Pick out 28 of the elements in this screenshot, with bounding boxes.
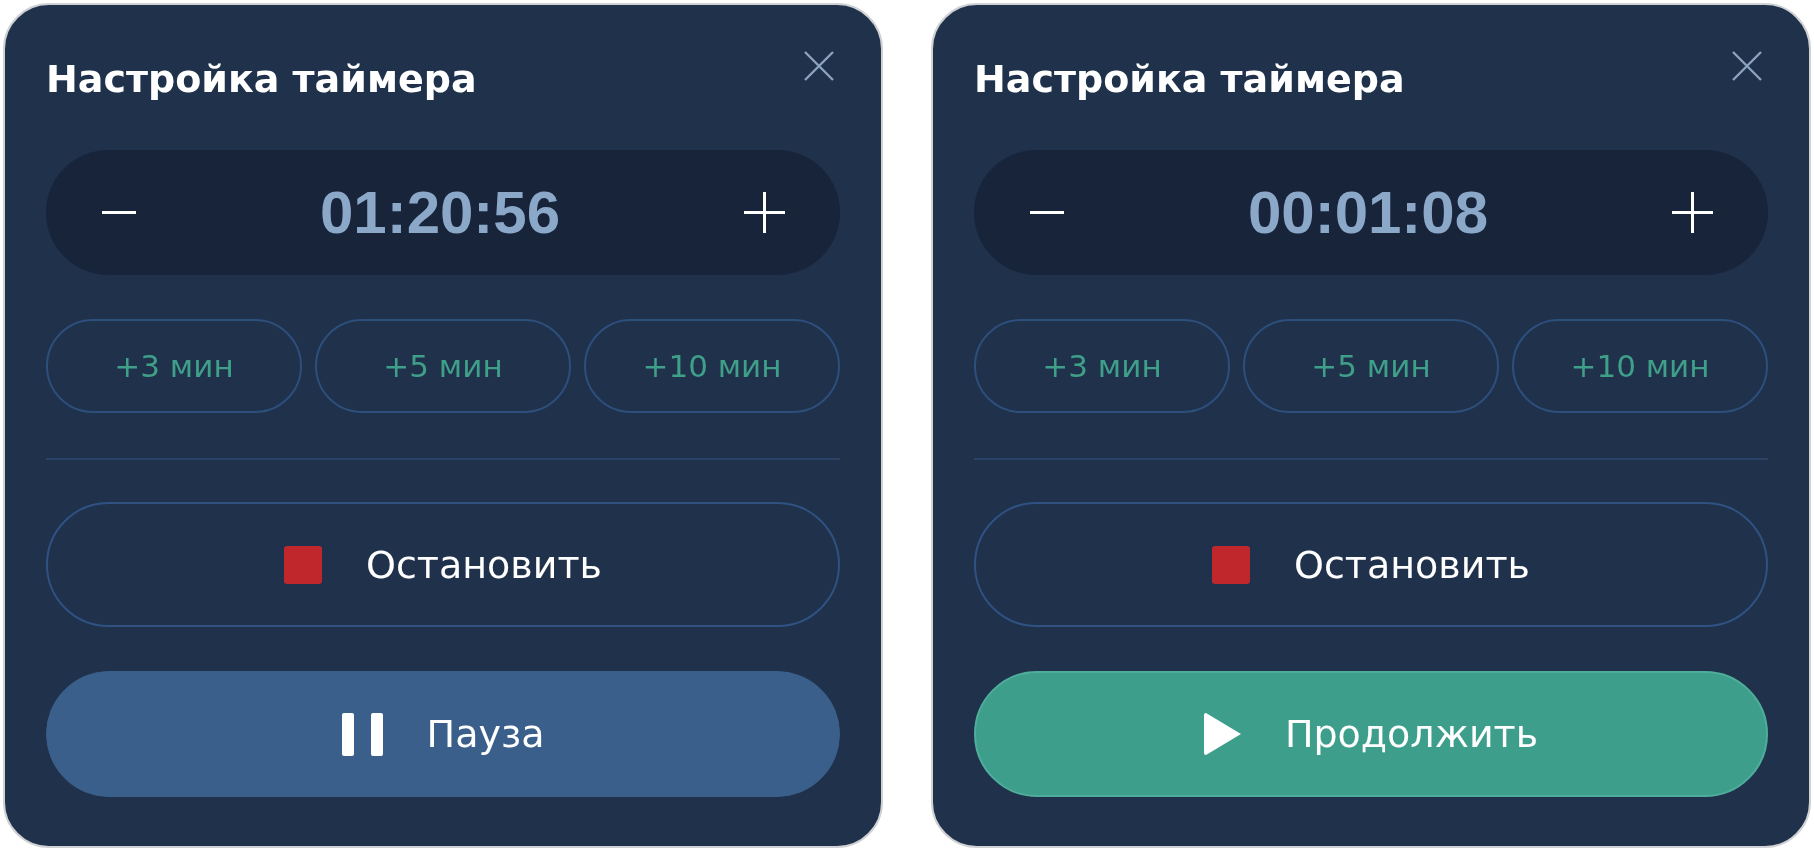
add-time-button[interactable]: +10 мин xyxy=(584,319,840,413)
pause-icon xyxy=(341,712,383,756)
close-icon xyxy=(804,51,834,81)
add-time-button[interactable]: +3 мин xyxy=(46,319,302,413)
minus-icon xyxy=(102,211,136,214)
close-button[interactable] xyxy=(1732,51,1762,81)
plus-icon xyxy=(1672,192,1713,233)
stop-button[interactable]: Остановить xyxy=(974,502,1768,627)
close-icon xyxy=(1732,51,1762,81)
minus-icon xyxy=(1030,211,1064,214)
increase-button[interactable] xyxy=(744,192,785,233)
stop-icon xyxy=(284,545,322,584)
play-icon xyxy=(1203,713,1241,755)
plus-icon xyxy=(744,192,785,233)
add-time-button[interactable]: +5 мин xyxy=(315,319,571,413)
pause-button[interactable]: Пауза xyxy=(46,671,840,797)
stop-icon xyxy=(1212,545,1250,584)
close-button[interactable] xyxy=(804,51,834,81)
increase-button[interactable] xyxy=(1672,192,1713,233)
time-value: 01:20:56 xyxy=(319,177,561,248)
dialog-title: Настройка таймера xyxy=(46,56,477,103)
add-time-button[interactable]: +10 мин xyxy=(1512,319,1768,413)
dialog-title: Настройка таймера xyxy=(974,56,1405,103)
add-time-button[interactable]: +3 мин xyxy=(974,319,1230,413)
add-time-button[interactable]: +5 мин xyxy=(1243,319,1499,413)
time-value: 00:01:08 xyxy=(1247,177,1489,248)
stop-button[interactable]: Остановить xyxy=(46,502,840,627)
resume-button[interactable]: Продолжить xyxy=(974,671,1768,797)
